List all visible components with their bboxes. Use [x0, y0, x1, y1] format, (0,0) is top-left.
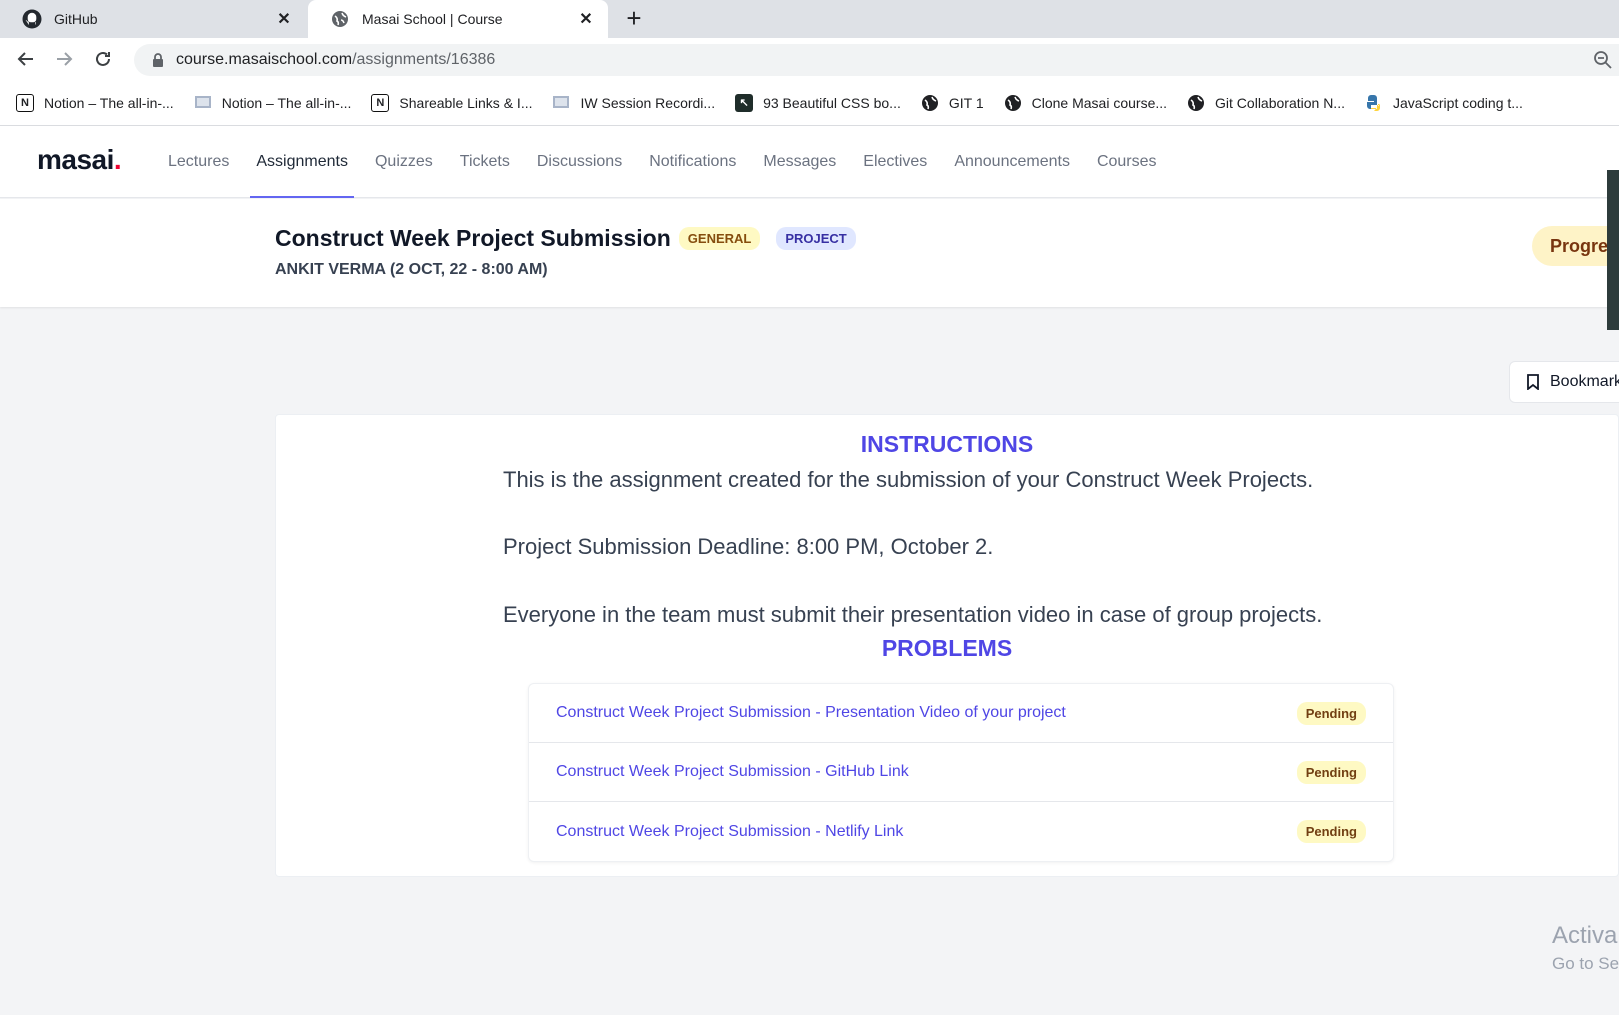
nav-notifications[interactable]: Notifications	[649, 126, 736, 198]
tab-title: Masai School | Course	[362, 11, 503, 27]
bookmark-label: 93 Beautiful CSS bo...	[763, 94, 901, 111]
browser-toolbar: course.masaischool.com/assignments/16386	[0, 38, 1619, 80]
bookmark-item[interactable]: N Notion – The all-in-...	[16, 93, 174, 112]
notion-icon: N	[371, 93, 390, 112]
url-host: course.masaischool.com	[176, 51, 353, 68]
globe-icon	[1004, 94, 1022, 112]
nav-quizzes[interactable]: Quizzes	[375, 126, 433, 198]
back-icon[interactable]	[13, 46, 39, 72]
page-icon	[194, 94, 212, 112]
bookmark-item[interactable]: IW Session Recordi...	[552, 94, 715, 112]
nav-messages[interactable]: Messages	[763, 126, 836, 198]
bookmark-button-label: Bookmark	[1550, 373, 1619, 390]
badge-project: PROJECT	[776, 227, 856, 250]
bookmark-icon	[1526, 374, 1540, 391]
assignment-card: INSTRUCTIONS This is the assignment crea…	[275, 414, 1619, 877]
github-icon	[22, 9, 42, 29]
nav-announcements[interactable]: Announcements	[954, 126, 1070, 198]
side-panel-edge	[1607, 170, 1619, 330]
problem-row[interactable]: Construct Week Project Submission - Netl…	[529, 802, 1393, 861]
watermark-line: Activa	[1552, 922, 1618, 949]
problem-link[interactable]: Construct Week Project Submission - GitH…	[556, 763, 909, 781]
bookmark-item[interactable]: Notion – The all-in-...	[194, 94, 352, 112]
bookmark-item[interactable]: JavaScript coding t...	[1365, 94, 1523, 112]
problem-link[interactable]: Construct Week Project Submission - Pres…	[556, 704, 1066, 722]
zoom-icon[interactable]	[1593, 50, 1613, 70]
bookmark-label: Notion – The all-in-...	[44, 94, 174, 111]
problem-row[interactable]: Construct Week Project Submission - Pres…	[529, 684, 1393, 743]
status-badge: Pending	[1296, 760, 1366, 784]
nav-electives[interactable]: Electives	[863, 126, 927, 198]
status-badge: Pending	[1296, 820, 1366, 843]
bookmark-item[interactable]: GIT 1	[921, 94, 984, 112]
assignment-title-row: Construct Week Project Submission GENERA…	[275, 225, 856, 252]
close-icon[interactable]: ✕	[274, 9, 294, 29]
badge-general: GENERAL	[678, 227, 761, 250]
page-icon	[552, 94, 570, 112]
close-icon[interactable]: ✕	[576, 9, 596, 29]
lock-icon[interactable]	[150, 52, 166, 68]
site-header: masai. Lectures Assignments Quizzes Tick…	[0, 126, 1619, 198]
bookmark-label: IW Session Recordi...	[580, 94, 716, 111]
nav-assignments[interactable]: Assignments	[250, 126, 354, 198]
address-bar[interactable]: course.masaischool.com/assignments/16386	[134, 44, 1619, 76]
status-badge: Pending	[1296, 701, 1366, 725]
bookmark-label: JavaScript coding t...	[1392, 94, 1523, 111]
bookmark-item[interactable]: N Shareable Links & I...	[371, 93, 533, 112]
nav-courses[interactable]: Courses	[1097, 126, 1157, 198]
url-path: /assignments/16386	[352, 51, 496, 68]
browser-tab-bar: GitHub ✕ Masai School | Course ✕ +	[0, 0, 1619, 38]
new-tab-button[interactable]: +	[620, 5, 648, 33]
tab-github[interactable]: GitHub ✕	[0, 0, 306, 38]
instruction-line: Project Submission Deadline: 8:00 PM, Oc…	[503, 534, 994, 559]
problem-link[interactable]: Construct Week Project Submission - Netl…	[556, 823, 903, 841]
watermark-line: Go to Se	[1552, 954, 1619, 973]
forward-icon[interactable]	[51, 46, 77, 72]
problem-row[interactable]: Construct Week Project Submission - GitH…	[529, 743, 1393, 802]
logo-text: masai	[37, 144, 114, 175]
instruction-line: Everyone in the team must submit their p…	[503, 602, 1323, 627]
bookmark-item[interactable]: Clone Masai course...	[1004, 94, 1167, 112]
tab-masai-course[interactable]: Masai School | Course ✕	[308, 0, 608, 38]
progress-button[interactable]: Progre	[1532, 226, 1619, 266]
bookmark-label: Shareable Links & I...	[399, 94, 533, 111]
cursor-icon: ↖	[735, 93, 754, 112]
problems-list: Construct Week Project Submission - Pres…	[528, 683, 1394, 862]
reload-icon[interactable]	[90, 46, 116, 72]
activation-watermark: Activa Go to Se	[1552, 922, 1619, 974]
main-nav: Lectures Assignments Quizzes Tickets Dis…	[168, 126, 1184, 198]
globe-icon	[330, 9, 350, 29]
bookmark-button[interactable]: Bookmark	[1509, 361, 1619, 403]
bookmark-label: Notion – The all-in-...	[221, 94, 352, 111]
problems-heading: PROBLEMS	[881, 635, 1013, 661]
instruction-line: This is the assignment created for the s…	[503, 467, 1314, 492]
instructions-heading: INSTRUCTIONS	[860, 431, 1034, 457]
nav-discussions[interactable]: Discussions	[537, 126, 622, 198]
nav-lectures[interactable]: Lectures	[168, 126, 229, 198]
assignment-header: Construct Week Project Submission GENERA…	[0, 199, 1619, 307]
globe-icon	[921, 94, 939, 112]
bookmark-label: Git Collaboration N...	[1215, 94, 1345, 111]
bookmark-label: Clone Masai course...	[1031, 94, 1168, 111]
python-icon	[1365, 94, 1383, 112]
assignment-meta: ANKIT VERMA (2 OCT, 22 - 8:00 AM)	[275, 261, 548, 278]
globe-icon	[1187, 94, 1205, 112]
bookmarks-bar: N Notion – The all-in-... Notion – The a…	[0, 80, 1619, 126]
bookmark-label: GIT 1	[948, 94, 984, 111]
bookmark-item[interactable]: Git Collaboration N...	[1187, 94, 1345, 112]
assignment-title: Construct Week Project Submission	[275, 225, 671, 251]
nav-tickets[interactable]: Tickets	[460, 126, 510, 198]
tab-title: GitHub	[54, 11, 98, 27]
notion-icon: N	[16, 93, 34, 112]
bookmark-item[interactable]: ↖ 93 Beautiful CSS bo...	[735, 93, 901, 112]
masai-logo[interactable]: masai.	[37, 144, 122, 176]
logo-dot: .	[113, 144, 122, 175]
